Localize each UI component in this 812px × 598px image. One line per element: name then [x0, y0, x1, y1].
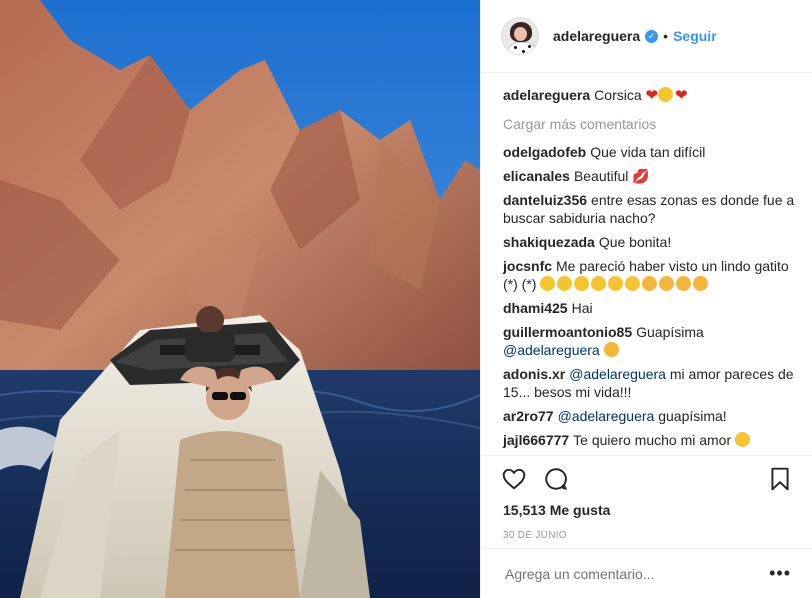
- kiss-emoji-icon: [642, 276, 658, 291]
- comment-username[interactable]: dhami425: [503, 300, 568, 316]
- caption-username[interactable]: adelareguera: [503, 87, 590, 103]
- comment: jajl666777 Te quiero mucho mi amor: [503, 431, 796, 449]
- comment-username[interactable]: elicanales: [503, 168, 570, 184]
- username-link[interactable]: adelareguera: [553, 28, 640, 44]
- add-comment-input[interactable]: [503, 564, 770, 583]
- add-comment-bar: •••: [481, 548, 812, 598]
- kiss-emoji-icon: [603, 342, 619, 357]
- heart-outline-icon[interactable]: [501, 466, 527, 492]
- photo-illustration: [0, 0, 480, 598]
- comment: jocsnfc Me pareció haber visto un lindo g…: [503, 257, 796, 293]
- post-header: adelareguera ✓ • Seguir: [481, 0, 812, 73]
- heart-eyes-emoji-icon: [591, 276, 607, 291]
- comment: elicanales Beautiful 💋: [503, 167, 796, 185]
- comment-text: Hai: [571, 300, 593, 316]
- comment-username[interactable]: guillermoantonio85: [503, 324, 632, 340]
- heart-eyes-emoji-icon: [574, 276, 590, 291]
- comment-text: Guapísima: [636, 324, 704, 340]
- comment: dhami425 Hai: [503, 299, 796, 317]
- comment-username[interactable]: jocsnfc: [503, 258, 552, 274]
- heart-emoji-icon: ❤: [675, 87, 688, 104]
- follow-button[interactable]: Seguir: [673, 28, 717, 44]
- comment: odelgadofeb Que vida tan difícil: [503, 143, 796, 161]
- heart-eyes-emoji-icon: [625, 276, 641, 291]
- action-icons: [481, 456, 812, 502]
- comment-mention-link[interactable]: @adelareguera: [558, 408, 655, 424]
- caption-text: Corsica: [594, 87, 642, 103]
- comment-username[interactable]: danteluiz356: [503, 192, 587, 208]
- comment-text: Te quiero mucho mi amor: [573, 432, 732, 448]
- comment: danteluiz356 entre esas zonas es donde fu…: [503, 191, 796, 227]
- verified-badge-icon: ✓: [645, 29, 659, 43]
- bookmark-icon[interactable]: [767, 466, 793, 492]
- comment-text: Que vida tan difícil: [590, 144, 706, 160]
- more-options-button[interactable]: •••: [769, 563, 791, 584]
- comment-username[interactable]: shakiquezada: [503, 234, 595, 250]
- comment-mention-link[interactable]: @adelareguera: [503, 342, 600, 358]
- load-more-comments-link[interactable]: Cargar más comentarios: [503, 115, 796, 133]
- heart-eyes-emoji-icon: [735, 432, 751, 447]
- comment-username[interactable]: jajl666777: [503, 432, 569, 448]
- post-actions: 15,513 Me gusta 30 DE JUNIO: [481, 455, 812, 541]
- comment: guillermoantonio85 Guapísima @adelareguer…: [503, 323, 796, 359]
- avatar[interactable]: [501, 17, 539, 55]
- comment-text: Que bonita!: [598, 234, 672, 250]
- post-sidebar: adelareguera ✓ • Seguir adelareguera Cors…: [480, 0, 812, 598]
- post-photo[interactable]: [0, 0, 480, 598]
- instagram-post: adelareguera ✓ • Seguir adelareguera Cors…: [0, 0, 812, 598]
- comment: ar2ro77 @adelareguera guapísima!: [503, 407, 796, 425]
- comment: shakiquezada Que bonita!: [503, 233, 796, 251]
- comment-username[interactable]: adonis.xr: [503, 366, 565, 382]
- kiss-emoji-icon: [676, 276, 692, 291]
- caption: adelareguera Corsica ❤ ❤: [503, 86, 796, 105]
- post-date: 30 DE JUNIO: [503, 530, 567, 541]
- comment: adonis.xr @adelareguera mi amor pareces d…: [503, 365, 796, 401]
- comment-text: Beautiful: [573, 168, 629, 184]
- comment-bubble-icon[interactable]: [543, 466, 569, 492]
- comment-text: guapísima!: [658, 408, 727, 424]
- kiss-emoji-icon: [659, 276, 675, 291]
- heart-eyes-emoji-icon: [608, 276, 624, 291]
- heart-emoji-icon: ❤: [645, 87, 659, 104]
- sunglasses-emoji-icon: [658, 87, 674, 102]
- header-separator: •: [663, 28, 669, 44]
- lips-emoji-icon: 💋: [632, 168, 650, 184]
- grin-emoji-icon: [557, 276, 573, 291]
- comment-username[interactable]: odelgadofeb: [503, 144, 586, 160]
- comment-username[interactable]: ar2ro77: [503, 408, 554, 424]
- grin-emoji-icon: [540, 276, 556, 291]
- comments-list[interactable]: adelareguera Corsica ❤ ❤ Cargar más coment…: [481, 73, 812, 455]
- likes-count[interactable]: 15,513 Me gusta: [481, 502, 812, 518]
- kiss-emoji-icon: [693, 276, 709, 291]
- comment-mention-link[interactable]: @adelareguera: [569, 366, 666, 382]
